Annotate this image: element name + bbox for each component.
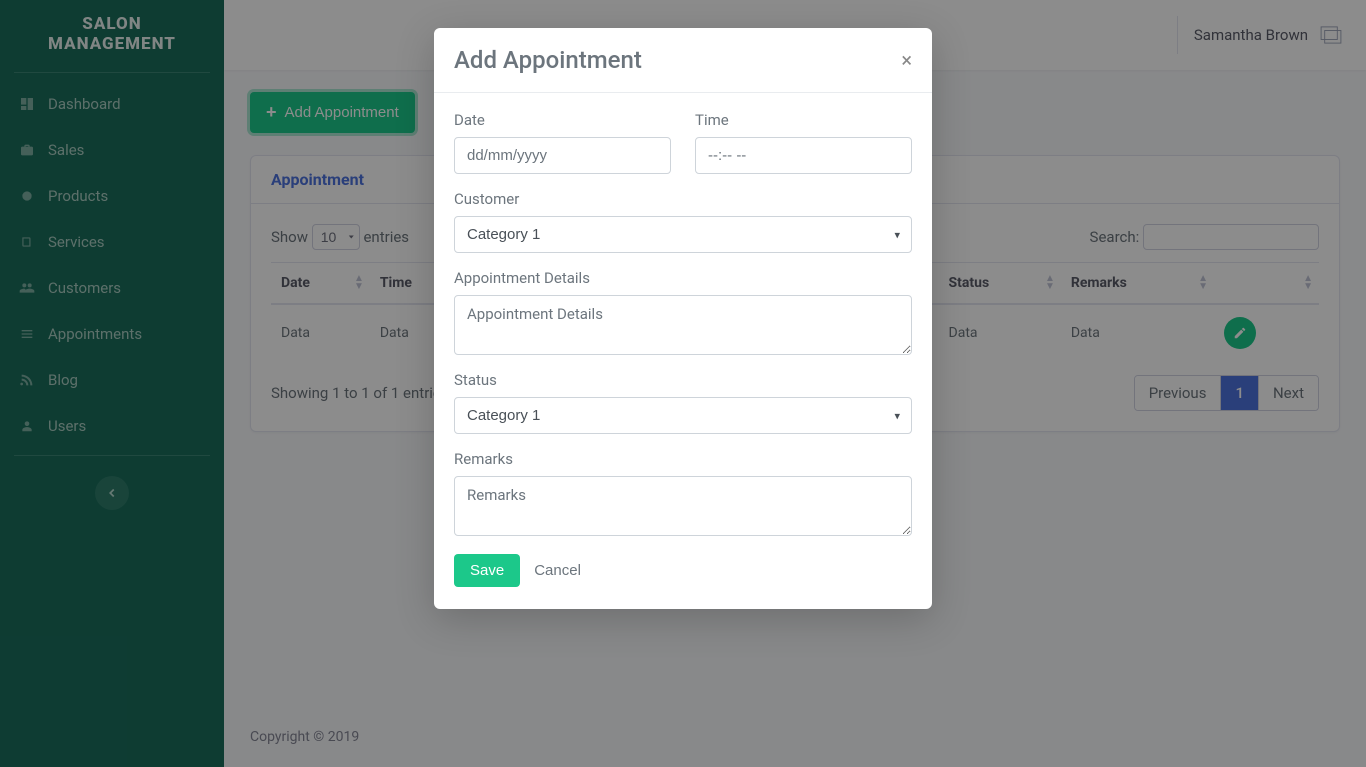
- modal-actions: Save Cancel: [454, 554, 912, 587]
- remarks-field[interactable]: [454, 476, 912, 536]
- label-status: Status: [454, 371, 912, 389]
- time-field[interactable]: [695, 137, 912, 174]
- details-field[interactable]: [454, 295, 912, 355]
- save-button[interactable]: Save: [454, 554, 520, 587]
- label-time: Time: [695, 111, 912, 129]
- customer-select[interactable]: Category 1: [454, 216, 912, 253]
- label-details: Appointment Details: [454, 269, 912, 287]
- modal-header: Add Appointment ×: [434, 28, 932, 93]
- label-customer: Customer: [454, 190, 912, 208]
- date-field[interactable]: [454, 137, 671, 174]
- label-remarks: Remarks: [454, 450, 912, 468]
- modal-overlay[interactable]: Add Appointment × Date Time Customer: [0, 0, 1366, 767]
- label-date: Date: [454, 111, 671, 129]
- cancel-button[interactable]: Cancel: [534, 562, 581, 579]
- app-root: SALON MANAGEMENT Dashboard Sales Product…: [0, 0, 1366, 767]
- close-icon[interactable]: ×: [901, 48, 912, 72]
- modal-body: Date Time Customer Category 1: [434, 93, 932, 609]
- status-select[interactable]: Category 1: [454, 397, 912, 434]
- modal-title: Add Appointment: [454, 46, 642, 74]
- add-appointment-modal: Add Appointment × Date Time Customer: [434, 28, 932, 609]
